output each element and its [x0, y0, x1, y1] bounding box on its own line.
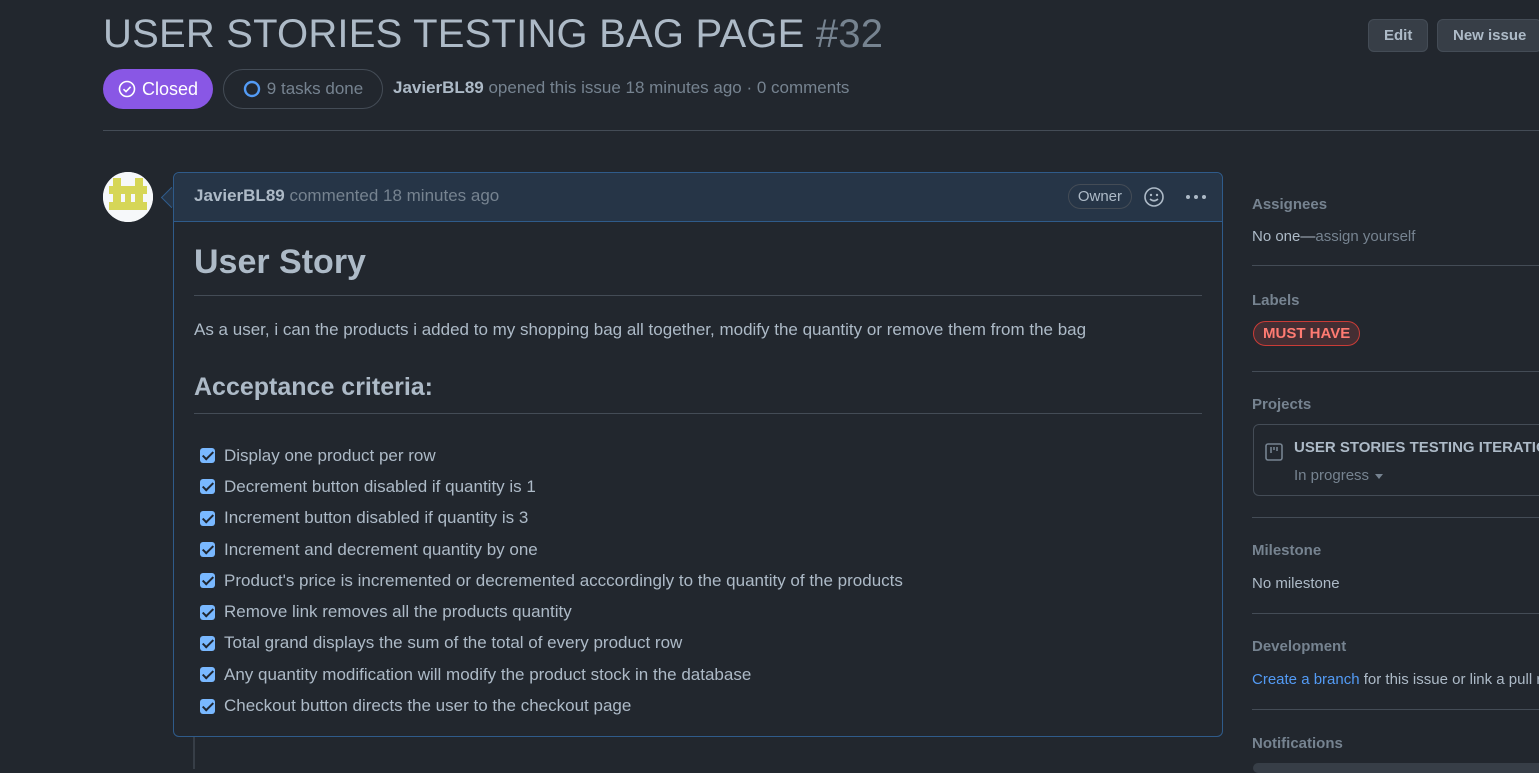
- task-item: Any quantity modification will modify th…: [200, 659, 903, 690]
- issue-number: #32: [815, 12, 884, 56]
- issue-author-link[interactable]: JavierBL89: [393, 78, 484, 97]
- notifications-heading: Notifications: [1252, 735, 1343, 752]
- task-item-label: Increment and decrement quantity by one: [224, 539, 538, 559]
- project-status-label: In progress: [1294, 467, 1370, 484]
- comment-time[interactable]: commented 18 minutes ago: [285, 186, 499, 205]
- subheading-divider: [194, 413, 1202, 414]
- task-item: Remove link removes all the products qua…: [200, 596, 903, 627]
- sidebar-divider: [1252, 709, 1539, 710]
- task-item-label: Increment button disabled if quantity is…: [224, 508, 529, 528]
- checkbox-icon[interactable]: [200, 573, 215, 589]
- checkbox-icon[interactable]: [200, 604, 215, 620]
- assign-yourself-link[interactable]: assign yourself: [1315, 228, 1415, 245]
- project-name-link[interactable]: USER STORIES TESTING ITERATION: [1294, 439, 1539, 456]
- projects-heading[interactable]: Projects: [1252, 396, 1311, 413]
- task-item: Decrement button disabled if quantity is…: [200, 471, 903, 502]
- edit-button[interactable]: Edit: [1368, 19, 1429, 52]
- checkbox-icon[interactable]: [200, 542, 215, 558]
- comment-heading: User Story: [194, 243, 366, 281]
- checkbox-icon[interactable]: [200, 479, 215, 495]
- checkbox-icon[interactable]: [200, 510, 215, 526]
- kebab-icon[interactable]: [1185, 186, 1207, 208]
- development-description: for this issue or link a pull r: [1359, 671, 1539, 688]
- assignees-value: No one—assign yourself: [1252, 228, 1415, 245]
- smiley-icon[interactable]: [1143, 186, 1165, 208]
- task-item: Increment button disabled if quantity is…: [200, 503, 903, 534]
- task-item: Total grand displays the sum of the tota…: [200, 628, 903, 659]
- project-board-icon: [1265, 443, 1283, 461]
- checkbox-icon[interactable]: [200, 635, 215, 651]
- assignees-none: No one—: [1252, 228, 1316, 245]
- project-card: USER STORIES TESTING ITERATION In progre…: [1253, 424, 1539, 496]
- checkbox-icon[interactable]: [200, 448, 215, 464]
- project-status-select[interactable]: In progress: [1294, 467, 1384, 484]
- tasks-progress-label: 9 tasks done: [266, 79, 364, 98]
- tasks-progress[interactable]: 9 tasks done: [223, 69, 383, 109]
- development-text: Create a branch for this issue or link a…: [1252, 671, 1539, 688]
- caret-down-icon: [1375, 473, 1384, 479]
- task-list: Display one product per row Decrement bu…: [200, 440, 903, 722]
- check-circle-icon: [118, 80, 136, 98]
- task-item: Increment and decrement quantity by one: [200, 534, 903, 565]
- status-badge-label: Closed: [141, 78, 199, 99]
- comment-header-text: JavierBL89 commented 18 minutes ago: [194, 186, 499, 206]
- task-item-label: Product's price is incremented or decrem…: [224, 570, 903, 590]
- task-item-label: Display one product per row: [224, 445, 436, 465]
- labels-heading[interactable]: Labels: [1252, 292, 1300, 309]
- comment-box: JavierBL89 commented 18 minutes ago Owne…: [173, 172, 1223, 737]
- heading-divider: [194, 295, 1202, 296]
- milestone-heading[interactable]: Milestone: [1252, 542, 1321, 559]
- sidebar-divider: [1252, 613, 1539, 614]
- timeline-line: [193, 737, 195, 769]
- checkbox-icon[interactable]: [200, 698, 215, 714]
- issue-title-text: USER STORIES TESTING BAG PAGE: [103, 12, 805, 56]
- task-item: Checkout button directs the user to the …: [200, 690, 903, 721]
- milestone-value: No milestone: [1252, 575, 1340, 592]
- identicon-image: [103, 172, 153, 222]
- development-heading[interactable]: Development: [1252, 638, 1346, 655]
- task-item-label: Decrement button disabled if quantity is…: [224, 476, 536, 496]
- task-item-label: Any quantity modification will modify th…: [224, 664, 752, 684]
- comment-author-link[interactable]: JavierBL89: [194, 186, 285, 205]
- avatar[interactable]: [103, 172, 153, 222]
- issue-meta: JavierBL89 opened this issue 18 minutes …: [393, 78, 849, 98]
- issue-title: USER STORIES TESTING BAG PAGE #32: [103, 12, 883, 57]
- task-item-label: Total grand displays the sum of the tota…: [224, 633, 683, 653]
- sidebar-divider: [1252, 371, 1539, 372]
- header-divider: [103, 130, 1539, 131]
- label-must-have[interactable]: MUST HAVE: [1253, 321, 1361, 346]
- task-item: Display one product per row: [200, 440, 903, 471]
- progress-circle-icon: [243, 80, 260, 98]
- comment-header: JavierBL89 commented 18 minutes ago Owne…: [174, 173, 1222, 222]
- comment-paragraph: As a user, i can the products i added to…: [194, 320, 1087, 339]
- sidebar-divider: [1252, 517, 1539, 518]
- owner-badge: Owner: [1067, 184, 1132, 209]
- new-issue-button[interactable]: New issue: [1437, 19, 1539, 52]
- assignees-heading[interactable]: Assignees: [1252, 196, 1327, 213]
- task-item-label: Remove link removes all the products qua…: [224, 602, 572, 622]
- comment-subheading: Acceptance criteria:: [194, 373, 434, 401]
- sidebar-divider: [1252, 265, 1539, 266]
- issue-meta-text: opened this issue 18 minutes ago · 0 com…: [483, 78, 850, 97]
- task-item-label: Checkout button directs the user to the …: [224, 696, 632, 716]
- create-branch-link[interactable]: Create a branch: [1252, 671, 1360, 688]
- status-badge: Closed: [103, 69, 213, 109]
- subscribe-button[interactable]: [1253, 763, 1539, 773]
- task-item: Product's price is incremented or decrem…: [200, 565, 903, 596]
- checkbox-icon[interactable]: [200, 667, 215, 683]
